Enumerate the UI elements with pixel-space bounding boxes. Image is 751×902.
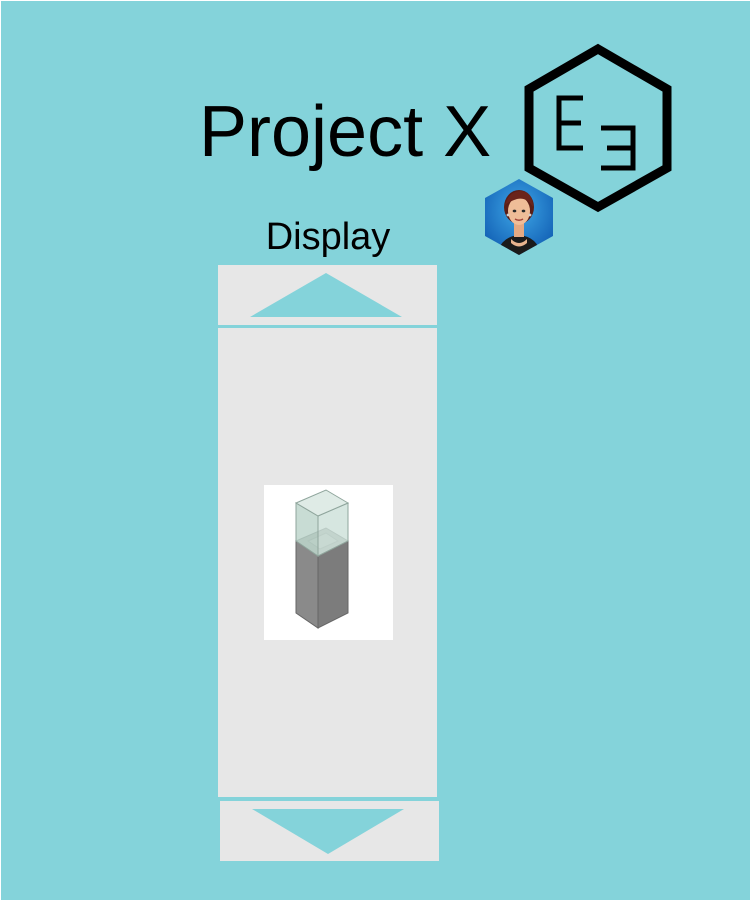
user-avatar-icon[interactable] (483, 177, 555, 257)
scroll-up-button[interactable] (218, 265, 437, 325)
display-panel-label: Display (265, 216, 391, 258)
display-case-icon[interactable] (264, 485, 393, 640)
triangle-up-icon (250, 273, 402, 317)
triangle-down-icon (252, 809, 404, 854)
page-title: Project X (199, 92, 492, 172)
app-canvas: Project X Display (1, 1, 750, 900)
scroll-down-button[interactable] (220, 801, 439, 861)
